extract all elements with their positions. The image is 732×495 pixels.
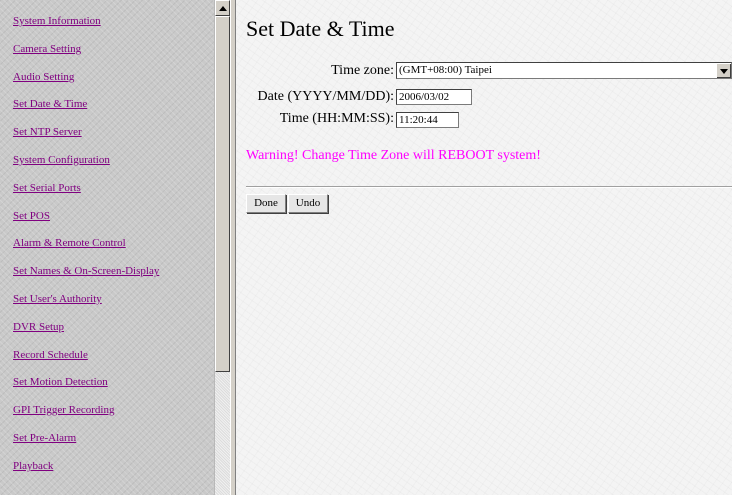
nav-link-set-serial-ports[interactable]: Set Serial Ports	[13, 182, 81, 194]
time-label: Time (HH:MM:SS):	[279, 111, 394, 126]
nav-item-audio-setting: Audio Setting	[13, 62, 214, 90]
timezone-label: Time zone:	[331, 63, 394, 78]
nav-link-audio-setting[interactable]: Audio Setting	[13, 71, 74, 83]
timezone-dropdown-button[interactable]	[716, 63, 731, 78]
content-frame: Set Date & Time Time zone: (GMT+08:00) T…	[236, 0, 732, 495]
scroll-thumb[interactable]	[215, 16, 230, 372]
nav-item-set-motion-detection: Set Motion Detection	[13, 367, 214, 395]
nav-item-gpi-trigger-recording: GPI Trigger Recording	[13, 395, 214, 423]
triangle-down-icon	[720, 69, 728, 74]
nav-link-playback[interactable]: Playback	[13, 460, 53, 472]
date-input[interactable]: 2006/03/02	[396, 89, 472, 105]
nav-link-gpi-trigger-recording[interactable]: GPI Trigger Recording	[13, 404, 114, 416]
triangle-up-icon	[219, 6, 227, 11]
timezone-select[interactable]: (GMT+08:00) Taipei	[396, 62, 732, 79]
nav-link-set-pre-alarm[interactable]: Set Pre-Alarm	[13, 432, 76, 444]
nav-item-dvr-setup: DVR Setup	[13, 312, 214, 340]
date-label: Date (YYYY/MM/DD):	[257, 89, 394, 104]
nav-link-record-schedule[interactable]: Record Schedule	[13, 349, 88, 361]
nav-link-set-pos[interactable]: Set POS	[13, 210, 50, 222]
nav-item-set-ntp-server: Set NTP Server	[13, 117, 214, 145]
time-input[interactable]: 11:20:44	[396, 112, 459, 128]
nav-link-system-configuration[interactable]: System Configuration	[13, 154, 110, 166]
divider-line	[246, 186, 732, 188]
nav-link-set-date-time[interactable]: Set Date & Time	[13, 98, 87, 110]
undo-button[interactable]: Undo	[288, 194, 328, 213]
nav-link-alarm-remote-control[interactable]: Alarm & Remote Control	[13, 237, 126, 249]
nav-item-set-names-osd: Set Names & On-Screen-Display	[13, 256, 214, 284]
nav-link-set-ntp-server[interactable]: Set NTP Server	[13, 126, 82, 138]
nav-item-set-date-time: Set Date & Time	[13, 89, 214, 117]
nav-link-dvr-setup[interactable]: DVR Setup	[13, 321, 64, 333]
reboot-warning: Warning! Change Time Zone will REBOOT sy…	[246, 148, 541, 163]
nav-item-set-pos: Set POS	[13, 201, 214, 229]
nav-item-set-users-authority: Set User's Authority	[13, 284, 214, 312]
nav-link-set-users-authority[interactable]: Set User's Authority	[13, 293, 102, 305]
nav-link-camera-setting[interactable]: Camera Setting	[13, 43, 81, 55]
nav-item-system-configuration: System Configuration	[13, 145, 214, 173]
timezone-selected-value: (GMT+08:00) Taipei	[399, 64, 492, 76]
page-title: Set Date & Time	[246, 16, 395, 41]
scroll-up-button[interactable]	[215, 0, 230, 16]
done-button[interactable]: Done	[246, 194, 286, 213]
nav-item-alarm-remote-control: Alarm & Remote Control	[13, 228, 214, 256]
nav-link-set-motion-detection[interactable]: Set Motion Detection	[13, 376, 108, 388]
nav-item-playback: Playback	[13, 451, 214, 479]
nav-item-record-schedule: Record Schedule	[13, 340, 214, 368]
nav-item-camera-setting: Camera Setting	[13, 34, 214, 62]
nav-item-set-pre-alarm: Set Pre-Alarm	[13, 423, 214, 451]
nav-link-system-information[interactable]: System Information	[13, 15, 101, 27]
navigation-frame: System Information Camera Setting Audio …	[0, 0, 214, 495]
nav-item-set-serial-ports: Set Serial Ports	[13, 173, 214, 201]
nav-item-system-information: System Information	[13, 6, 214, 34]
nav-scrollbar[interactable]	[214, 0, 231, 495]
nav-menu: System Information Camera Setting Audio …	[0, 0, 214, 479]
nav-link-set-names-osd[interactable]: Set Names & On-Screen-Display	[13, 265, 159, 277]
